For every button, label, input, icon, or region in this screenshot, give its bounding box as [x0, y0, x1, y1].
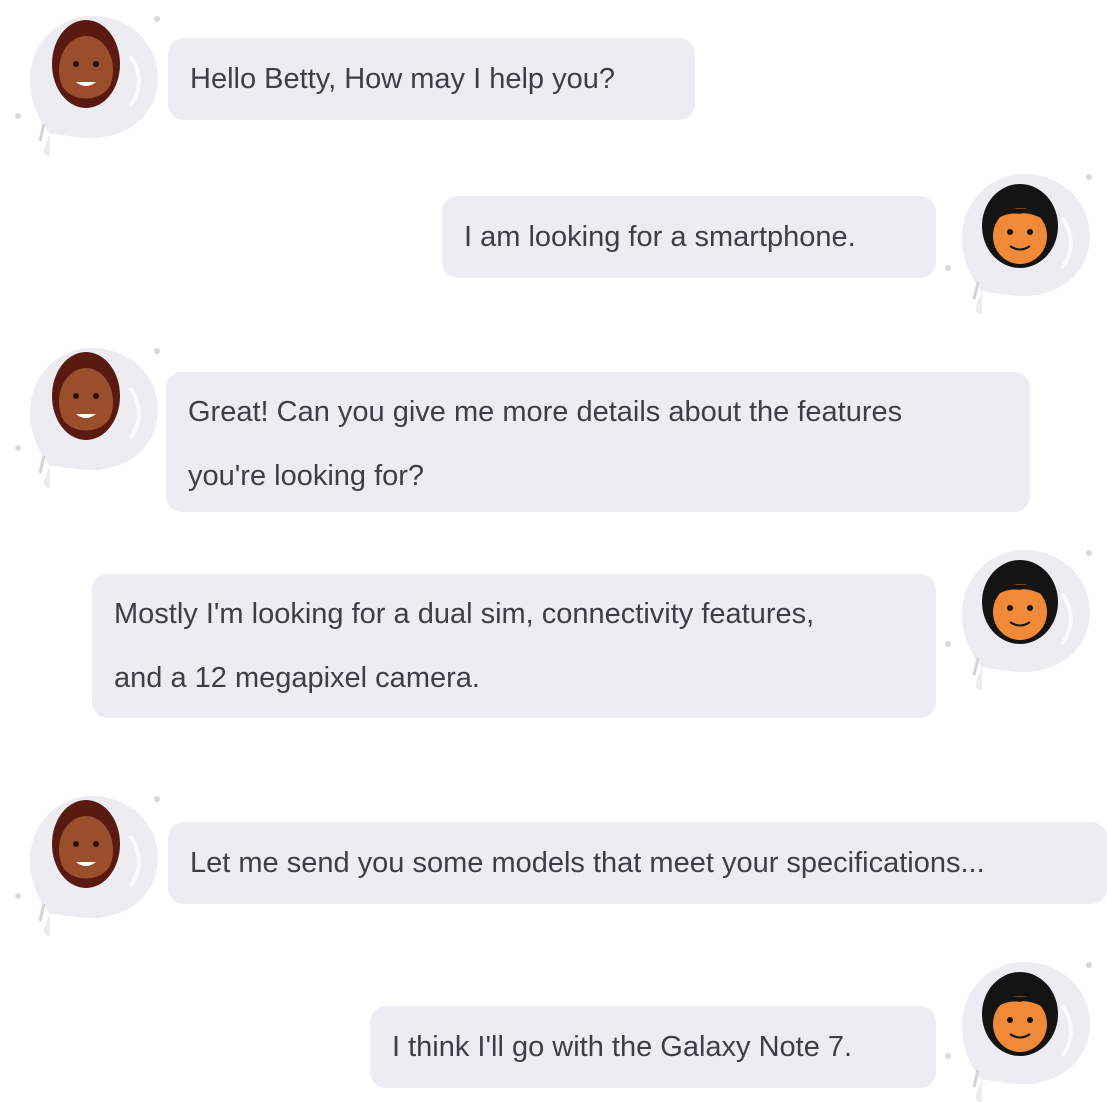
message-text-line-2: and a 12 megapixel camera. [114, 662, 480, 694]
message-bubble: I am looking for a smartphone. [442, 196, 936, 278]
message-bubble: Mostly I'm looking for a dual sim, conne… [92, 574, 936, 718]
user-avatar-icon [944, 164, 1094, 314]
message-bubble: Let me send you some models that meet yo… [168, 822, 1107, 904]
message-text-line-1: Great! Can you give me more details abou… [188, 396, 903, 428]
agent-avatar-icon [12, 786, 162, 936]
message-text: I am looking for a smartphone. [464, 221, 856, 253]
user-avatar-icon [944, 952, 1094, 1102]
message-text-line-2: you're looking for? [188, 460, 425, 492]
message-bubble: Hello Betty, How may I help you? [168, 38, 695, 120]
message-text: Hello Betty, How may I help you? [190, 63, 615, 95]
user-avatar-icon [944, 540, 1094, 690]
message-text: I think I'll go with the Galaxy Note 7. [392, 1031, 853, 1063]
agent-avatar-icon [12, 6, 162, 156]
message-text: Let me send you some models that meet yo… [190, 847, 985, 879]
message-bubble: I think I'll go with the Galaxy Note 7. [370, 1006, 936, 1088]
agent-avatar-icon [12, 338, 162, 488]
message-text-line-1: Mostly I'm looking for a dual sim, conne… [114, 598, 815, 630]
message-bubble: Great! Can you give me more details abou… [166, 372, 1030, 512]
